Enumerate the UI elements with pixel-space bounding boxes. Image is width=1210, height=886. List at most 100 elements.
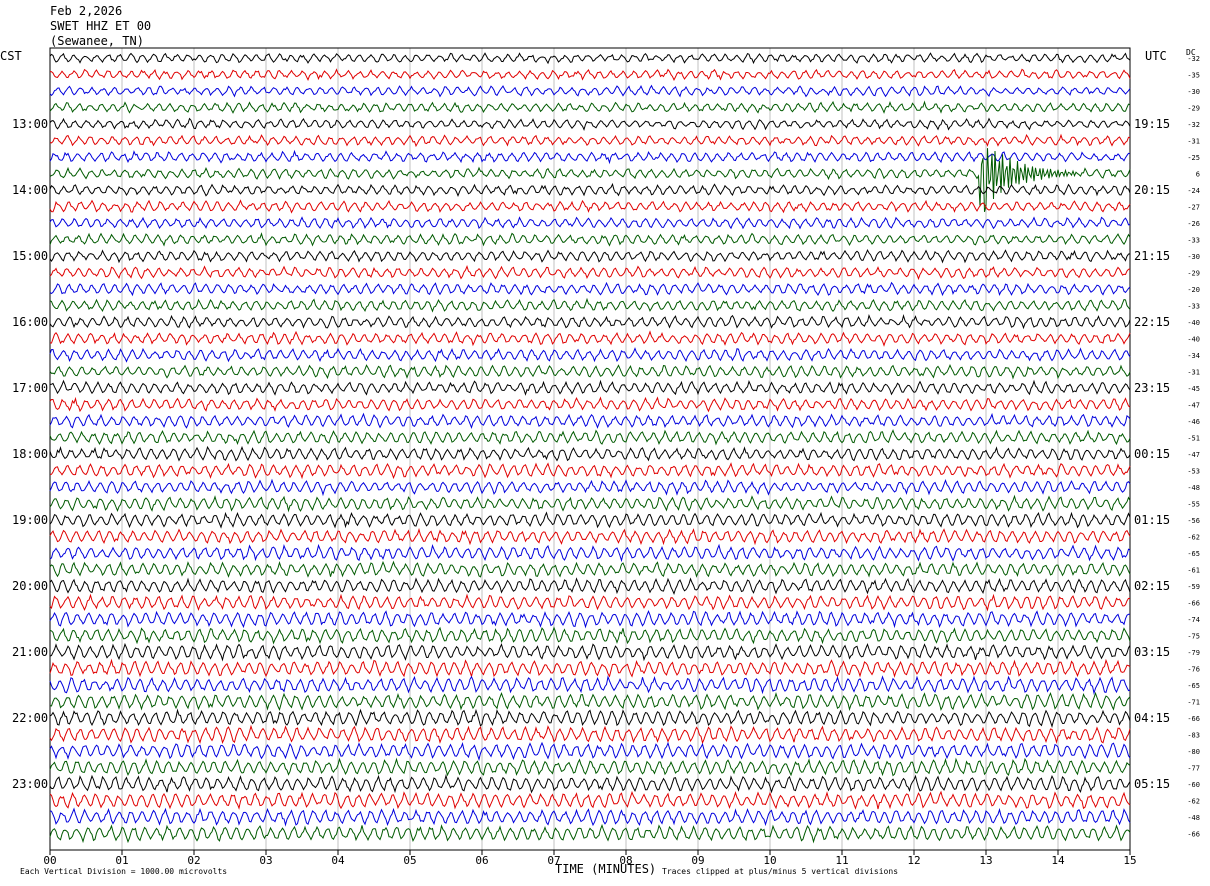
trace-line: [49, 609, 1130, 629]
dc-offset-label: -74: [1187, 616, 1200, 624]
cst-hour-label: 19:00: [12, 513, 48, 527]
dc-offset-label: -20: [1187, 286, 1200, 294]
x-tick-label: 06: [475, 854, 488, 867]
cst-hour-label: 21:00: [12, 645, 48, 659]
dc-offset-label: -45: [1187, 385, 1200, 393]
dc-offset-label: -30: [1187, 253, 1200, 261]
trace-line: [49, 691, 1131, 712]
utc-hour-label: 19:15: [1134, 117, 1170, 131]
dc-offset-label: -46: [1187, 418, 1200, 426]
trace-line: [49, 379, 1131, 396]
cst-hour-label: 15:00: [12, 249, 48, 263]
dc-offset-label: -71: [1187, 699, 1200, 707]
x-tick-label: 00: [43, 854, 56, 867]
dc-offset-label: -31: [1187, 138, 1200, 146]
trace-line: [49, 462, 1131, 480]
utc-hour-label: 05:15: [1134, 777, 1170, 791]
cst-hour-label: 13:00: [12, 117, 48, 131]
x-tick-label: 03: [259, 854, 272, 867]
dc-offset-label: -48: [1187, 484, 1200, 492]
dc-offset-label: -27: [1187, 204, 1200, 212]
trace-line: [49, 445, 1131, 462]
trace-line: [49, 560, 1131, 578]
cst-hour-label: 23:00: [12, 777, 48, 791]
x-tick-label: 15: [1123, 854, 1136, 867]
trace-line: [49, 117, 1131, 131]
dc-offset-label: -65: [1187, 682, 1200, 690]
trace-line: [49, 216, 1131, 230]
trace-line: [49, 642, 1131, 662]
x-tick-label: 14: [1051, 854, 1065, 867]
dc-offset-label: -35: [1187, 72, 1200, 80]
cst-hour-label: 20:00: [12, 579, 48, 593]
dc-offset-label: -55: [1187, 501, 1200, 509]
dc-offset-label: -32: [1187, 55, 1200, 63]
x-tick-label: 07: [547, 854, 560, 867]
plot-frame: [49, 47, 1131, 851]
dc-offset-label: -75: [1187, 633, 1200, 641]
x-tick-label: 02: [187, 854, 200, 867]
x-tick-label: 04: [331, 854, 345, 867]
utc-hour-label: 04:15: [1134, 711, 1170, 725]
dc-offset-label: -47: [1187, 451, 1200, 459]
dc-offset-label: -33: [1187, 303, 1200, 311]
trace-line: [49, 478, 1131, 497]
dc-offset-label: -29: [1187, 270, 1200, 278]
dc-offset-label: -80: [1187, 748, 1200, 756]
dc-offset-label: -83: [1187, 732, 1200, 740]
dc-offset-label: -66: [1187, 831, 1200, 839]
trace-line: [49, 52, 1131, 65]
trace-line: [49, 265, 1131, 281]
dc-offset-label: -31: [1187, 369, 1200, 377]
dc-offset-label: -56: [1187, 517, 1200, 525]
trace-line: [49, 364, 1131, 380]
trace-line: [49, 199, 1131, 214]
trace-line: [49, 773, 1131, 794]
trace-line: [49, 724, 1131, 745]
trace-line: [49, 658, 1131, 679]
utc-hour-label: 22:15: [1134, 315, 1170, 329]
trace-line: [49, 790, 1131, 810]
dc-offset-label: -62: [1187, 534, 1200, 542]
trace-line: [49, 396, 1131, 413]
dc-offset-label: -62: [1187, 798, 1200, 806]
utc-hour-label: 21:15: [1134, 249, 1170, 263]
trace-line: [49, 757, 1131, 777]
cst-hour-label: 22:00: [12, 711, 48, 725]
trace-line: [49, 149, 1131, 165]
dc-offset-label: -79: [1187, 649, 1200, 657]
x-tick-label: 08: [619, 854, 632, 867]
x-tick-label: 11: [835, 854, 848, 867]
dc-offset-label: -66: [1187, 600, 1200, 608]
dc-offset-label: -33: [1187, 237, 1200, 245]
trace-line: [49, 626, 1131, 645]
trace-line: [49, 297, 1131, 313]
x-tick-label: 01: [115, 854, 128, 867]
trace-line: [49, 182, 1131, 197]
trace-line: [49, 543, 1131, 563]
trace-line: [49, 741, 1131, 762]
x-tick-label: 12: [907, 854, 920, 867]
trace-line: [49, 133, 1131, 148]
trace-line: [49, 281, 1131, 297]
utc-hour-label: 03:15: [1134, 645, 1170, 659]
trace-line: [49, 100, 1131, 114]
dc-offset-label: -32: [1187, 121, 1200, 129]
trace-line: [49, 675, 1131, 695]
trace-line: [49, 527, 1131, 546]
trace-line: [49, 593, 1131, 612]
dc-offset-label: -30: [1187, 88, 1200, 96]
trace-line: [49, 68, 1131, 81]
dc-offset-label: 6: [1196, 171, 1200, 179]
trace-line: [49, 823, 1131, 844]
trace-line: [49, 511, 1131, 529]
utc-hour-label: 23:15: [1134, 381, 1170, 395]
utc-hour-label: 01:15: [1134, 513, 1170, 527]
dc-offset-label: -66: [1187, 715, 1200, 723]
trace-line: [49, 232, 1131, 247]
dc-offset-label: -48: [1187, 814, 1200, 822]
utc-hour-label: 02:15: [1134, 579, 1170, 593]
x-tick-label: 10: [763, 854, 776, 867]
x-tick-label: 13: [979, 854, 992, 867]
x-tick-label: 05: [403, 854, 416, 867]
